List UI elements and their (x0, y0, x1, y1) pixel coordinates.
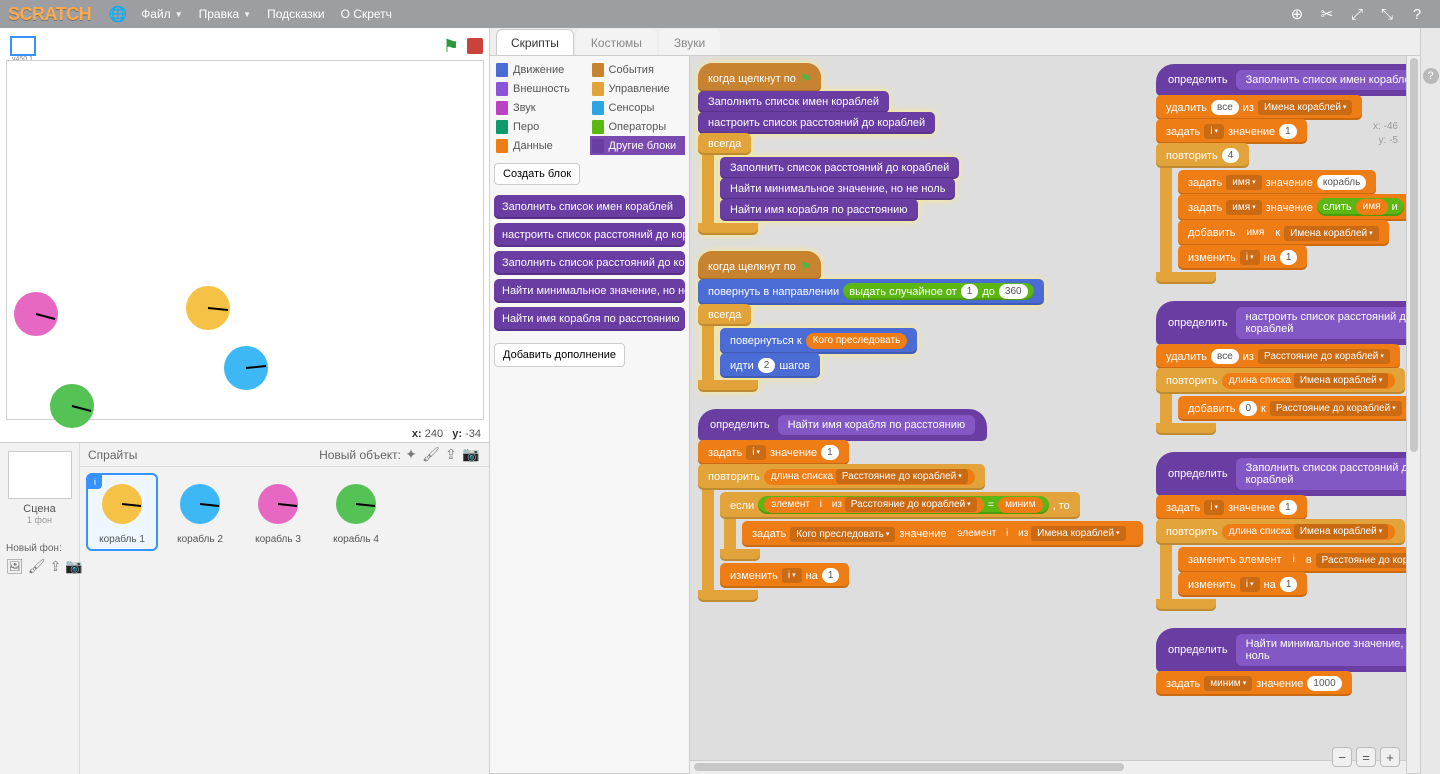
scratch-logo[interactable]: SCRATCH (8, 4, 91, 25)
stage-sprite-blue[interactable] (221, 343, 271, 393)
stage-sprite-yellow[interactable] (183, 283, 233, 333)
menu-file[interactable]: Файл▼ (141, 7, 182, 21)
category-Данные[interactable]: Данные (494, 136, 590, 155)
sprites-title: Спрайты (88, 448, 137, 462)
script-stack[interactable]: когда щелкнут по ⚑ повернуть в направлен… (698, 252, 1128, 395)
stage-header: v450.1 ⚑ (6, 34, 483, 58)
stop-icon[interactable] (467, 38, 483, 54)
scripts-workspace[interactable]: x: -46 y: -5 когда щелкнут по ⚑ Заполнит… (690, 56, 1420, 773)
category-Операторы[interactable]: Операторы (590, 117, 686, 136)
green-flag-icon[interactable]: ⚑ (443, 36, 459, 57)
sprite-info-icon[interactable]: i (88, 475, 102, 489)
sprite-upload-icon[interactable]: ⇪ (441, 446, 461, 463)
stage-label: Сцена (2, 503, 77, 515)
stamp-icon[interactable]: ⊕ (1286, 3, 1308, 25)
sprite-thumbnail[interactable]: корабль 2 (164, 473, 236, 551)
zoom-in-icon[interactable]: + (1380, 747, 1400, 767)
script-stack[interactable]: когда щелкнут по ⚑ Заполнить список имен… (698, 64, 1128, 238)
new-sprite-label: Новый объект: (319, 448, 401, 462)
backdrop-library-icon[interactable]: 🖼 (6, 558, 24, 575)
tab-costumes[interactable]: Костюмы (576, 29, 657, 55)
workspace-hscroll[interactable] (690, 760, 1406, 774)
stage-thumbnail[interactable] (8, 451, 72, 499)
block-palette: ДвижениеСобытияВнешностьУправлениеЗвукСе… (490, 56, 690, 773)
script-stack[interactable]: определитьЗаполнить список имен кораблей… (1156, 64, 1420, 287)
sprite-panel: Сцена 1 фон Новый фон: 🖼 🖌 ⇪ 📷 Спрайты Н… (0, 443, 489, 774)
palette-block[interactable]: настроить список расстояний до кораблей (494, 223, 685, 247)
workspace-vscroll[interactable] (1406, 56, 1420, 773)
sprite-name: корабль 4 (322, 534, 390, 545)
grow-icon[interactable]: ⤢ (1346, 3, 1368, 25)
backdrop-upload-icon[interactable]: ⇪ (50, 558, 62, 575)
category-Звук[interactable]: Звук (494, 98, 590, 117)
menu-bar: SCRATCH 🌐 Файл▼ Правка▼ Подсказки О Скре… (0, 0, 1440, 28)
category-Другие блоки[interactable]: Другие блоки (590, 136, 686, 155)
zoom-out-icon[interactable]: − (1332, 747, 1352, 767)
help-icon: ? (1423, 68, 1439, 84)
shrink-icon[interactable]: ⤡ (1376, 3, 1398, 25)
palette-block[interactable]: Заполнить список имен кораблей (494, 195, 685, 219)
category-Внешность[interactable]: Внешность (494, 79, 590, 98)
tips-collapsed[interactable]: ? (1420, 28, 1440, 774)
sprite-name: корабль 3 (244, 534, 312, 545)
scissors-icon[interactable]: ✂ (1316, 3, 1338, 25)
add-extension-button[interactable]: Добавить дополнение (494, 343, 625, 367)
palette-block[interactable]: Найти минимальное значение, но не ноль (494, 279, 685, 303)
script-stack[interactable]: определитьНайти минимальное значение, но… (1156, 628, 1420, 696)
category-События[interactable]: События (590, 60, 686, 79)
category-Перо[interactable]: Перо (494, 117, 590, 136)
menu-edit[interactable]: Правка▼ (199, 7, 251, 21)
sprite-thumbnail[interactable]: i корабль 1 (86, 473, 158, 551)
category-Движение[interactable]: Движение (494, 60, 590, 79)
script-stack[interactable]: определитьЗаполнить список расстояний до… (1156, 452, 1420, 614)
script-stack[interactable]: определитьНайти имя корабля по расстояни… (698, 409, 1128, 605)
menu-about[interactable]: О Скретч (341, 7, 392, 21)
stage-sprite-green[interactable] (47, 381, 97, 431)
script-stack[interactable]: определитьнастроить список расстояний до… (1156, 301, 1420, 438)
zoom-reset-icon[interactable]: = (1356, 747, 1376, 767)
sprite-paint-icon[interactable]: 🖌 (421, 446, 441, 463)
zoom-controls: − = + (1332, 747, 1400, 767)
category-Сенсоры[interactable]: Сенсоры (590, 98, 686, 117)
stage-backdrop-count: 1 фон (2, 515, 77, 525)
sprite-camera-icon[interactable]: 📷 (461, 446, 481, 463)
globe-icon[interactable]: 🌐 (107, 3, 129, 25)
sprite-thumbnail[interactable]: корабль 3 (242, 473, 314, 551)
category-Управление[interactable]: Управление (590, 79, 686, 98)
sprite-thumbnail[interactable]: корабль 4 (320, 473, 392, 551)
stage-sprite-pink[interactable] (11, 289, 61, 339)
menu-tips[interactable]: Подсказки (267, 7, 325, 21)
new-backdrop-label: Новый фон: (2, 543, 77, 554)
tab-scripts[interactable]: Скрипты (496, 29, 574, 55)
hat-when-flag: когда щелкнут по ⚑ (698, 63, 821, 92)
sprite-name: корабль 2 (166, 534, 234, 545)
workspace-coords: x: -46 y: -5 (1373, 120, 1398, 148)
backdrop-paint-icon[interactable]: 🖌 (28, 558, 46, 575)
stage[interactable] (6, 60, 484, 420)
editor-tabs: Скрипты Костюмы Звуки (490, 28, 1420, 56)
help-icon[interactable]: ? (1406, 3, 1428, 25)
make-block-button[interactable]: Создать блок (494, 163, 580, 185)
palette-block[interactable]: Найти имя корабля по расстоянию (494, 307, 685, 331)
stage-size-toggle[interactable]: v450.1 (10, 36, 36, 56)
tab-sounds[interactable]: Звуки (659, 29, 720, 55)
sprite-name: корабль 1 (88, 534, 156, 545)
sprite-library-icon[interactable]: ✦ (401, 446, 421, 463)
palette-block[interactable]: Заполнить список расстояний до кораблей (494, 251, 685, 275)
